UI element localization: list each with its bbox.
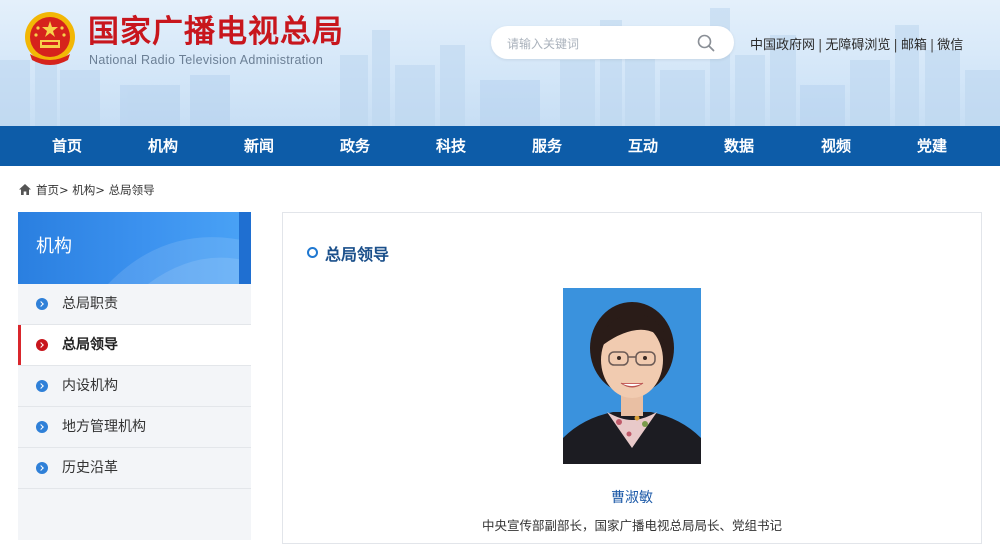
sidebar-item-leaders[interactable]: 总局领导 <box>18 325 251 366</box>
leader-name[interactable]: 曹淑敏 <box>283 487 981 507</box>
breadcrumb-organization[interactable]: 机构 <box>72 183 95 197</box>
home-icon <box>19 184 31 195</box>
nav-item-services[interactable]: 服务 <box>499 126 595 166</box>
sidebar-item-history[interactable]: 历史沿革 <box>18 448 251 489</box>
ring-icon <box>307 247 318 258</box>
breadcrumb-separator: > <box>59 183 69 197</box>
nav-item-video[interactable]: 视频 <box>788 126 884 166</box>
sidebar-item-internal-departments[interactable]: 内设机构 <box>18 366 251 407</box>
circle-chevron-icon <box>36 462 48 474</box>
sidebar-item-label: 地方管理机构 <box>62 419 146 435</box>
link-gov-portal[interactable]: 中国政府网 <box>750 38 815 53</box>
sidebar-item-label: 总局领导 <box>62 337 118 353</box>
link-separator: | <box>893 38 898 53</box>
nav-item-organization[interactable]: 机构 <box>115 126 211 166</box>
sidebar-item-label: 总局职责 <box>62 296 118 312</box>
site-header: 国家广播电视总局 National Radio Television Admin… <box>0 0 1000 126</box>
top-links: 中国政府网 | 无障碍浏览 | 邮箱 | 微信 <box>750 34 963 53</box>
sidebar-item-duties[interactable]: 总局职责 <box>18 284 251 325</box>
sidebar-title: 机构 <box>36 236 72 257</box>
nav-item-technology[interactable]: 科技 <box>403 126 499 166</box>
sidebar-item-label: 历史沿革 <box>62 460 118 476</box>
sidebar-header: 机构 <box>18 212 251 284</box>
main-nav: 首页 机构 新闻 政务 科技 服务 互动 数据 视频 党建 <box>0 126 1000 166</box>
circle-chevron-icon <box>36 380 48 392</box>
link-separator: | <box>818 38 823 53</box>
site-subtitle: National Radio Television Administration <box>89 53 324 67</box>
breadcrumb-separator: > <box>95 183 105 197</box>
link-separator: | <box>929 38 935 53</box>
link-wechat[interactable]: 微信 <box>937 38 963 53</box>
nav-item-interaction[interactable]: 互动 <box>595 126 691 166</box>
circle-chevron-icon <box>36 298 48 310</box>
portrait-illustration <box>563 288 701 464</box>
breadcrumb-home[interactable]: 首页 <box>36 183 59 197</box>
nav-item-data[interactable]: 数据 <box>691 126 787 166</box>
circle-chevron-icon <box>36 421 48 433</box>
sidebar-header-edge <box>239 212 251 284</box>
search-icon[interactable] <box>695 32 717 54</box>
sidebar: 机构 总局职责 总局领导 内设机构 地方管理机构 历史沿革 <box>18 212 251 540</box>
site-title[interactable]: 国家广播电视总局 <box>88 14 344 50</box>
national-emblem-icon <box>25 12 75 65</box>
circle-chevron-icon <box>36 339 48 351</box>
sidebar-item-label: 内设机构 <box>62 378 118 394</box>
breadcrumb-current[interactable]: 总局领导 <box>109 183 155 197</box>
content-panel: 总局领导 曹淑敏 中央宣传部副部长，国家广播电视总局局长、党组书记 <box>282 212 982 544</box>
nav-item-home[interactable]: 首页 <box>19 126 115 166</box>
nav-item-party-building[interactable]: 党建 <box>884 126 980 166</box>
nav-item-government-affairs[interactable]: 政务 <box>307 126 403 166</box>
search-input[interactable] <box>505 32 689 55</box>
sidebar-item-local-agencies[interactable]: 地方管理机构 <box>18 407 251 448</box>
search-box <box>491 26 734 59</box>
link-mailbox[interactable]: 邮箱 <box>901 38 927 53</box>
link-accessibility[interactable]: 无障碍浏览 <box>825 38 890 53</box>
breadcrumb: 首页> 机构> 总局领导 <box>18 182 155 198</box>
leader-position: 中央宣传部副部长，国家广播电视总局局长、党组书记 <box>481 518 782 533</box>
section-title: 总局领导 <box>325 245 390 264</box>
nav-item-news[interactable]: 新闻 <box>211 126 307 166</box>
leader-portrait[interactable] <box>563 288 701 464</box>
